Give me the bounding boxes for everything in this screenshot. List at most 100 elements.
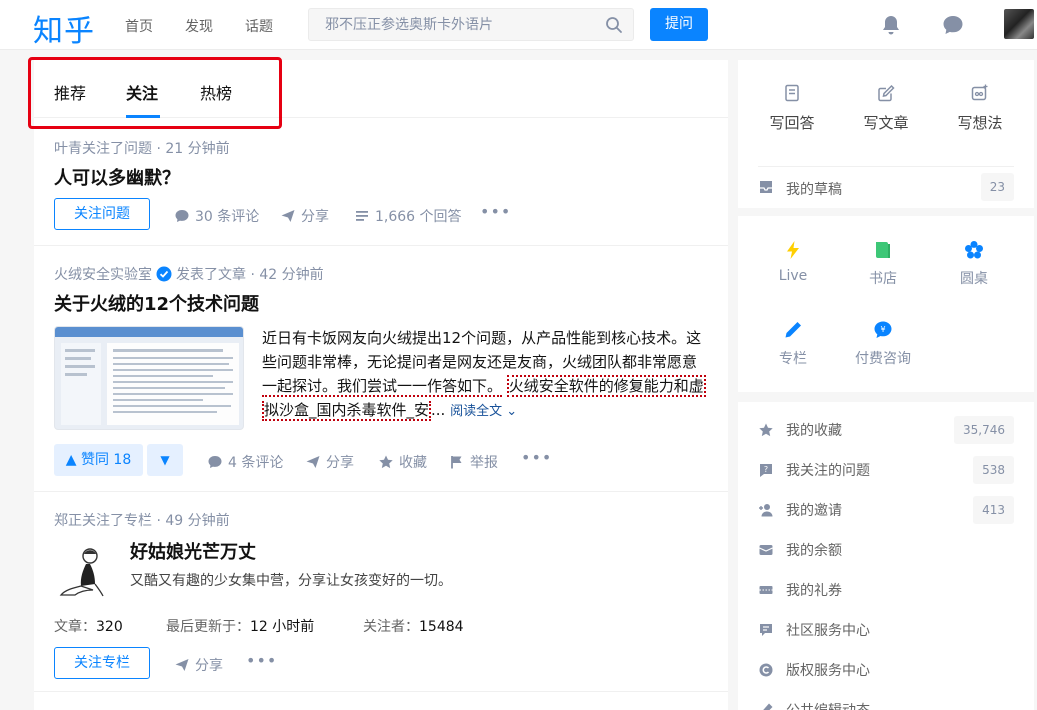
draft-row[interactable]: 我的草稿 23	[758, 166, 1014, 204]
services-card: Live 书店 圆桌 专栏 ¥ 付费咨询	[738, 216, 1034, 392]
search-icon[interactable]	[605, 16, 623, 34]
zhihu-logo[interactable]: 知乎	[33, 6, 95, 50]
comments-count: 30 条评论	[195, 209, 260, 225]
search-input[interactable]	[309, 9, 589, 40]
menu-copyright-service[interactable]: 版权服务中心	[758, 650, 1014, 690]
book-icon	[876, 242, 890, 258]
write-answer-button[interactable]: 写回答	[752, 84, 832, 133]
comments-button[interactable]: 4 条评论	[207, 452, 283, 472]
share-label: 分享	[301, 209, 329, 225]
top-bar: 知乎 首页 发现 话题 提问	[0, 0, 1037, 50]
comments-button[interactable]: 30 条评论	[174, 206, 259, 226]
share-icon	[306, 456, 320, 468]
excerpt-part-1: 近日有卡饭网友向火绒提出12个问题，从产品性能到核心技术。这些问题非常棒，无论提…	[262, 329, 702, 371]
invitations-count: 413	[973, 496, 1014, 524]
star-icon	[379, 455, 393, 469]
write-idea-button[interactable]: 写想法	[940, 84, 1020, 133]
collections-count: 35,746	[954, 416, 1014, 444]
menu-followed-questions[interactable]: ? 我关注的问题 538	[758, 450, 1014, 490]
menu-community-service[interactable]: 社区服务中心	[758, 610, 1014, 650]
tab-recommend[interactable]: 推荐	[54, 80, 86, 104]
collect-button[interactable]: 收藏	[378, 452, 427, 472]
write-answer-label: 写回答	[769, 114, 815, 132]
tab-hot[interactable]: 热榜	[200, 80, 232, 104]
bookstore-button[interactable]: 书店	[838, 240, 928, 288]
write-article-button[interactable]: 写文章	[846, 84, 926, 133]
column-avatar[interactable]	[56, 544, 112, 600]
more-icon[interactable]: •••	[246, 651, 277, 670]
share-button[interactable]: 分享	[305, 452, 354, 472]
read-all-link[interactable]: 阅读全文	[450, 404, 502, 419]
ask-button[interactable]: 提问	[650, 8, 708, 41]
share-button[interactable]: 分享	[280, 206, 329, 226]
article-excerpt[interactable]: 近日有卡饭网友向火绒提出12个问题，从产品性能到核心技术。这些问题非常棒，无论提…	[262, 326, 706, 424]
write-card: 写回答 写文章 写想法 我的草稿 23	[738, 60, 1034, 208]
svg-text:¥: ¥	[880, 325, 885, 334]
share-icon	[175, 659, 189, 671]
search-box	[308, 8, 634, 41]
user-avatar[interactable]	[1004, 9, 1034, 39]
screenshot-image	[55, 327, 243, 425]
share-label: 分享	[195, 658, 223, 674]
svg-text:?: ?	[764, 465, 768, 474]
write-idea-label: 写想法	[957, 114, 1003, 132]
copyright-icon	[759, 663, 773, 677]
nav-topics[interactable]: 话题	[245, 16, 273, 36]
paid-consult-label: 付费咨询	[855, 351, 911, 367]
excerpt-highlight-1: 火绒安全软件的修复能力和虚	[506, 375, 706, 397]
edit-icon	[763, 703, 773, 710]
comment-icon	[208, 456, 222, 468]
draft-count: 23	[980, 173, 1014, 201]
menu-balance[interactable]: 我的余额	[758, 530, 1014, 570]
write-article-label: 写文章	[863, 114, 909, 132]
chevron-down-icon[interactable]: ⌄	[502, 404, 517, 419]
stat-articles: 文章：320	[54, 619, 123, 635]
downvote-button[interactable]: ▼	[147, 444, 183, 476]
menu-public-edits[interactable]: 公共编辑动态	[758, 690, 1014, 710]
column-button[interactable]: 专栏	[748, 320, 838, 368]
author-name[interactable]: 火绒安全实验室	[54, 264, 152, 284]
nav-explore[interactable]: 发现	[185, 16, 213, 36]
item-meta: 郑正关注了专栏 · 49 分钟前	[54, 513, 230, 529]
more-icon[interactable]: •••	[521, 448, 552, 467]
column-title[interactable]: 好姑娘光芒万丈	[130, 538, 256, 564]
roundtable-icon	[965, 241, 983, 259]
paid-consult-button[interactable]: ¥ 付费咨询	[838, 320, 928, 368]
message-icon[interactable]	[941, 13, 965, 37]
report-button[interactable]: 举报	[449, 452, 498, 472]
answers-count: 1,666 个回答	[375, 209, 462, 225]
article-title[interactable]: 关于火绒的12个技术问题	[54, 290, 259, 316]
menu-invitations[interactable]: 我的邀请 413	[758, 490, 1014, 530]
comments-count: 4 条评论	[228, 455, 284, 471]
item-meta: 火绒安全实验室 发表了文章 · 42 分钟前	[54, 264, 324, 284]
roundtable-button[interactable]: 圆桌	[929, 240, 1019, 288]
feed-tabs: 推荐 关注 热榜	[34, 60, 728, 118]
meta-suffix: 发表了文章 · 42 分钟前	[176, 267, 324, 283]
idea-icon	[971, 84, 988, 101]
stat-updated: 最后更新于：12 小时前	[166, 619, 315, 635]
column-label: 专栏	[779, 351, 807, 367]
answers-button[interactable]: 1,666 个回答	[354, 206, 462, 226]
follow-column-button[interactable]: 关注专栏	[54, 647, 150, 679]
inbox-icon	[760, 181, 772, 193]
more-icon[interactable]: •••	[480, 202, 511, 221]
pen-icon	[785, 322, 801, 338]
menu-coupons[interactable]: 我的礼券	[758, 570, 1014, 610]
excerpt-ellipsis: ...	[431, 401, 446, 419]
nav-home[interactable]: 首页	[125, 16, 153, 36]
excerpt-highlight-2: 拟沙盒_国内杀毒软件_安	[262, 401, 432, 421]
feed-item-question: 叶青关注了问题 · 21 分钟前 人可以多幽默？ 关注问题 30 条评论 分享 …	[34, 118, 728, 246]
menu-collections[interactable]: 我的收藏 35,746	[758, 410, 1014, 450]
follow-question-button[interactable]: 关注问题	[54, 198, 150, 230]
star-icon	[759, 423, 773, 437]
share-button[interactable]: 分享	[174, 655, 223, 675]
pencil-square-icon	[878, 84, 895, 102]
article-thumbnail[interactable]	[54, 326, 244, 430]
bell-icon[interactable]	[879, 13, 903, 37]
item-meta: 叶青关注了问题 · 21 分钟前	[54, 141, 230, 157]
question-title[interactable]: 人可以多幽默？	[54, 164, 180, 190]
upvote-button[interactable]: ▲ 赞同 18	[54, 444, 143, 476]
tab-following[interactable]: 关注	[126, 80, 158, 104]
live-button[interactable]: Live	[748, 240, 838, 284]
verified-icon	[156, 266, 172, 282]
